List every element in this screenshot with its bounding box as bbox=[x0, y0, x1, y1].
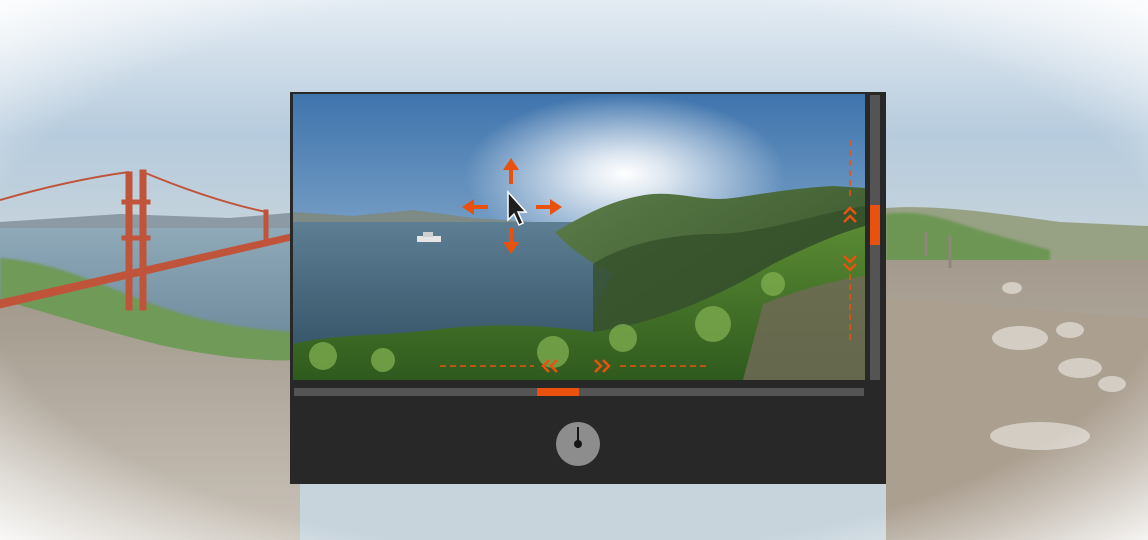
compass-hub bbox=[574, 440, 582, 448]
panorama-stage bbox=[0, 0, 1148, 540]
vertical-scrollbar-thumb[interactable] bbox=[870, 205, 880, 245]
horizontal-scrollbar[interactable] bbox=[294, 388, 864, 396]
vertical-scrollbar[interactable] bbox=[870, 95, 880, 380]
panorama-viewport[interactable] bbox=[293, 94, 865, 380]
compass-dial[interactable] bbox=[556, 422, 600, 466]
horizontal-scrollbar-thumb[interactable] bbox=[537, 388, 579, 396]
viewer-panel bbox=[290, 92, 886, 484]
